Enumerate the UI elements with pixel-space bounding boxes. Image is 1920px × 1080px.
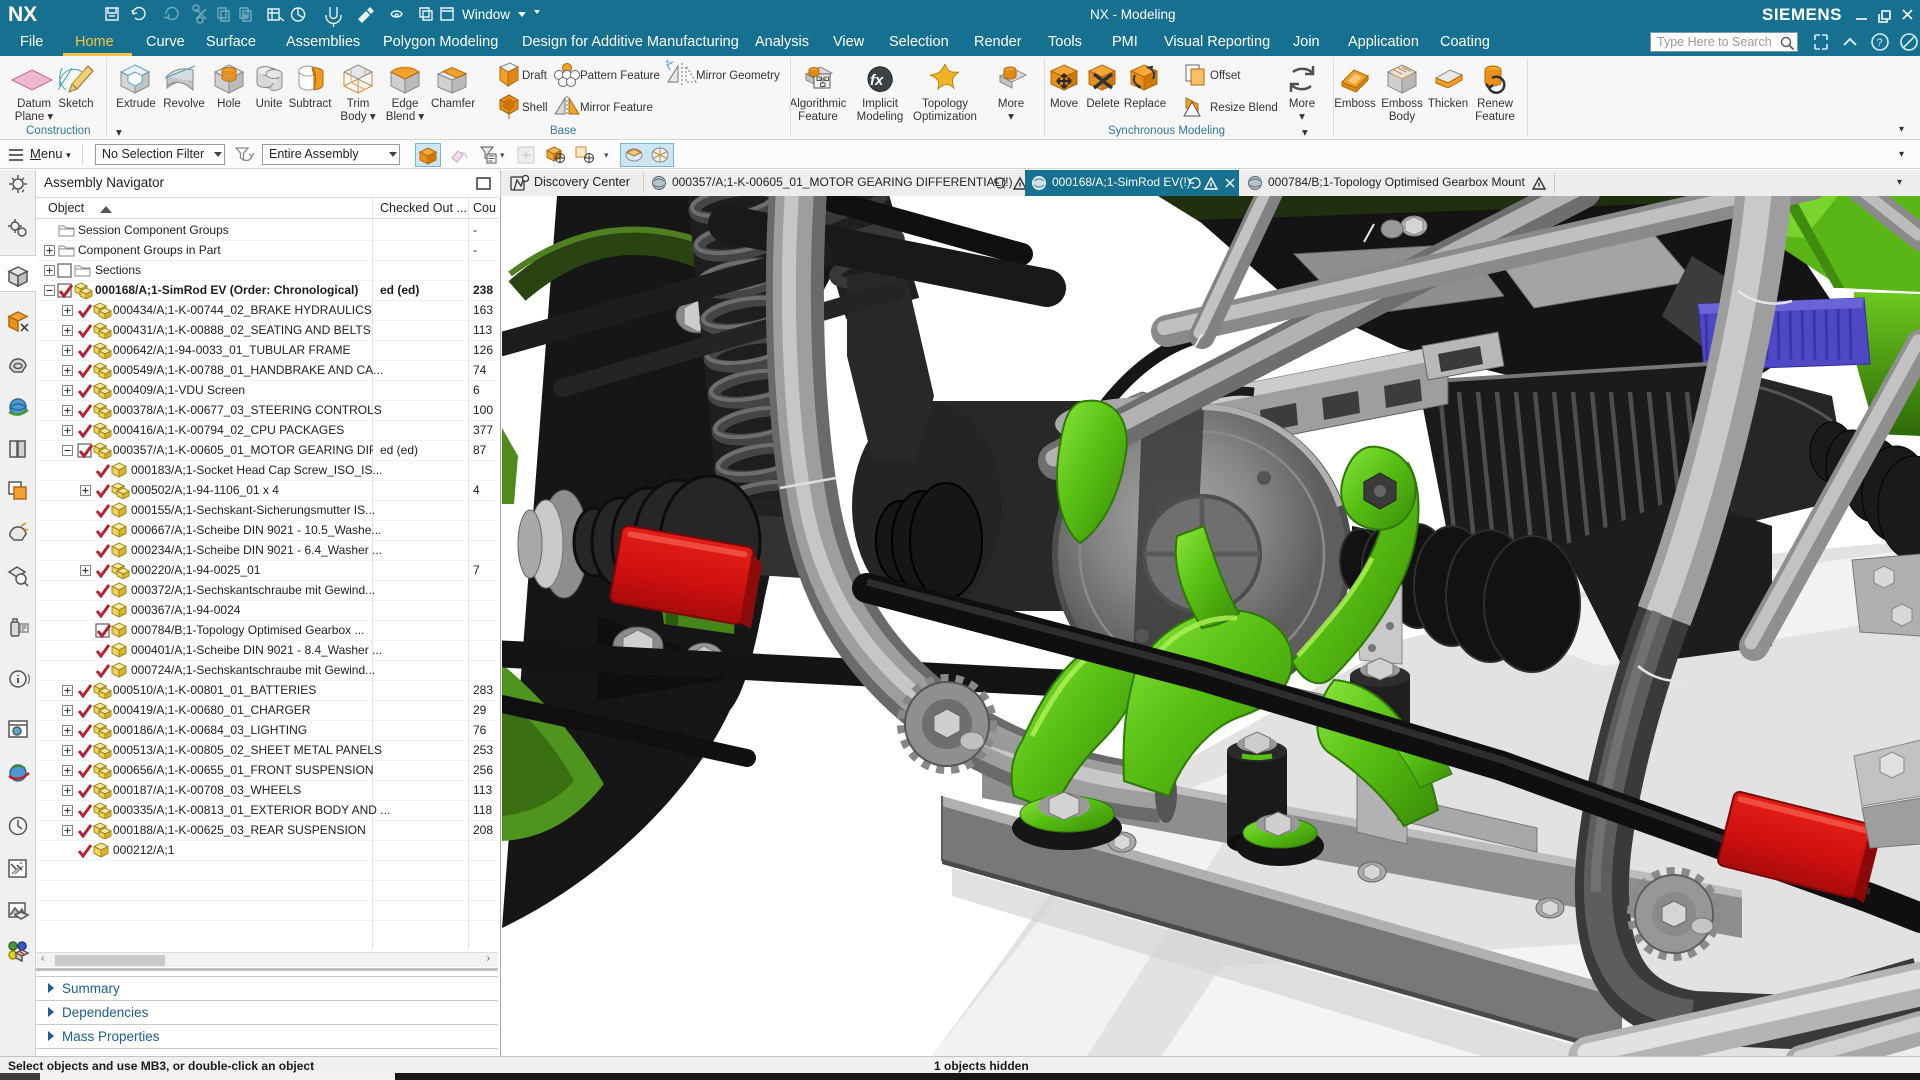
svg-text:?: ? xyxy=(1877,37,1883,49)
svg-text:NX: NX xyxy=(8,3,37,26)
svg-text:NX - Modeling: NX - Modeling xyxy=(1090,7,1176,22)
svg-text:+: + xyxy=(665,58,670,66)
svg-text:SIEMENS: SIEMENS xyxy=(1762,5,1842,24)
svg-text:Window: Window xyxy=(462,7,510,22)
svg-text:fx: fx xyxy=(870,72,884,89)
